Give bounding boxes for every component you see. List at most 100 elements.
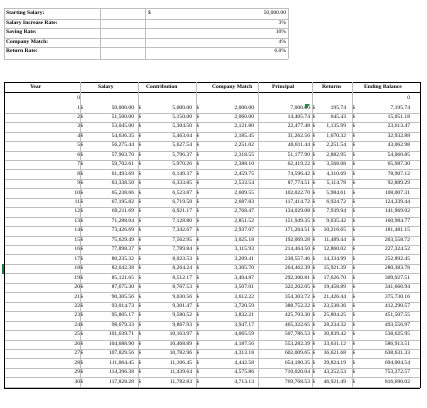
contribution-cell[interactable]: 9,580.52	[142, 312, 192, 319]
contribution-cell[interactable]: 6,523.87	[142, 190, 192, 197]
salary-cell[interactable]: 75,629.49	[84, 237, 134, 244]
salary-cell[interactable]: 63,338.50	[84, 180, 134, 187]
company-match-cell[interactable]: 4,187.56	[200, 341, 254, 348]
input-label[interactable]: Return Rate:	[6, 48, 38, 55]
year-cell[interactable]: 17	[4, 256, 80, 263]
salary-cell[interactable]: 57,963.70	[84, 152, 134, 159]
year-cell[interactable]: 10	[4, 190, 80, 197]
contribution-cell[interactable]: 7,562.95	[142, 237, 192, 244]
company-match-cell[interactable]: 2,388.10	[200, 161, 254, 168]
contribution-cell[interactable]: 6,149.37	[142, 171, 192, 178]
company-match-cell[interactable]: 3,720.59	[200, 303, 254, 310]
year-cell[interactable]: 9	[4, 180, 80, 187]
ending-balance-cell[interactable]: 65,987.30	[356, 161, 410, 168]
salary-cell[interactable]: 98,679.33	[84, 322, 134, 329]
principal-cell[interactable]: 117,414.72	[264, 199, 310, 206]
principal-cell[interactable]: 7,000.00	[264, 105, 310, 112]
company-match-cell[interactable]: 2,251.02	[200, 142, 254, 149]
contribution-cell[interactable]: 6,921.17	[142, 208, 192, 215]
returns-cell[interactable]: 43,252.53	[316, 369, 346, 376]
company-match-cell[interactable]: 2,768.47	[200, 208, 254, 215]
header-company-match[interactable]: Company Match	[212, 84, 252, 91]
contribution-cell[interactable]: 11,106.45	[142, 360, 192, 367]
contribution-cell[interactable]: 8,767.53	[142, 284, 192, 291]
returns-cell[interactable]: 30,839.42	[316, 331, 346, 338]
returns-cell[interactable]: 46,921.49	[316, 379, 346, 386]
returns-cell[interactable]: 2,251.54	[316, 142, 346, 149]
contribution-cell[interactable]: 8,023.53	[142, 256, 192, 263]
principal-cell[interactable]: 388,752.22	[264, 303, 310, 310]
ending-balance-cell[interactable]: 816,690.02	[356, 379, 410, 386]
year-cell[interactable]: 3	[4, 123, 80, 130]
contribution-cell[interactable]: 7,789.84	[142, 246, 192, 253]
ending-balance-cell[interactable]: 160,984.77	[356, 218, 410, 225]
ending-balance-cell[interactable]: 280,383.78	[356, 265, 410, 272]
principal-cell[interactable]: 710,020.04	[264, 369, 310, 376]
salary-cell[interactable]: 107,829.56	[84, 350, 134, 357]
principal-cell[interactable]: 151,949.35	[264, 218, 310, 225]
year-cell[interactable]: 18	[4, 265, 80, 272]
company-match-cell[interactable]: 4,575.86	[200, 369, 254, 376]
returns-cell[interactable]: 39,824.19	[316, 360, 346, 367]
salary-cell[interactable]: 56,275.44	[84, 142, 134, 149]
returns-cell[interactable]: 17,626.70	[316, 275, 346, 282]
company-match-cell[interactable]: 3,947.17	[200, 322, 254, 329]
ending-balance-cell[interactable]: 15,051.18	[356, 114, 410, 121]
ending-balance-cell[interactable]: 78,907.12	[356, 171, 410, 178]
ending-balance-cell[interactable]: 252,892.45	[356, 256, 410, 263]
principal-cell[interactable]: 354,303.72	[264, 294, 310, 301]
returns-cell[interactable]: 14,334.99	[316, 256, 346, 263]
ending-balance-cell[interactable]: 203,558.72	[356, 237, 410, 244]
company-match-cell[interactable]: 3,404.87	[200, 275, 254, 282]
company-match-cell[interactable]: 3,115.93	[200, 246, 254, 253]
contribution-cell[interactable]: 10,782.96	[142, 350, 192, 357]
cell-error-flag-icon[interactable]	[305, 103, 310, 109]
returns-cell[interactable]: 28,234.32	[316, 322, 346, 329]
year-cell[interactable]: 21	[4, 294, 80, 301]
salary-cell[interactable]: 54,636.35	[84, 133, 134, 140]
returns-cell[interactable]: 3,568.08	[316, 161, 346, 168]
principal-cell[interactable]: 553,282.39	[264, 341, 310, 348]
currency-symbol[interactable]: $	[148, 10, 151, 17]
year-cell[interactable]: 27	[4, 350, 80, 357]
returns-cell[interactable]: 21,426.44	[316, 294, 346, 301]
principal-cell[interactable]: 322,202.05	[264, 284, 310, 291]
ending-balance-cell[interactable]: 43,062.98	[356, 142, 410, 149]
company-match-cell[interactable]: 2,609.55	[200, 190, 254, 197]
year-cell[interactable]: 19	[4, 275, 80, 282]
principal-cell[interactable]: 134,029.08	[264, 208, 310, 215]
company-match-cell[interactable]: 4,065.59	[200, 331, 254, 338]
principal-cell[interactable]: 465,322.65	[264, 322, 310, 329]
salary-cell[interactable]: 59,702.61	[84, 161, 134, 168]
principal-cell[interactable]: 51,177.90	[264, 152, 310, 159]
ending-balance-cell[interactable]: 108,007.31	[356, 190, 410, 197]
salary-cell[interactable]: 104,688.90	[84, 341, 134, 348]
company-match-cell[interactable]: 2,533.54	[200, 180, 254, 187]
returns-cell[interactable]: 7,939.94	[316, 208, 346, 215]
input-value[interactable]: 3%	[190, 20, 286, 27]
contribution-cell[interactable]: 8,512.17	[142, 275, 192, 282]
ending-balance-cell[interactable]: 181,481.15	[356, 227, 410, 234]
year-cell[interactable]: 24	[4, 322, 80, 329]
contribution-cell[interactable]: 7,128.80	[142, 218, 192, 225]
input-value[interactable]: 6.0%	[190, 48, 286, 55]
returns-cell[interactable]: 12,860.02	[316, 246, 346, 253]
year-cell[interactable]: 30	[4, 379, 80, 386]
company-match-cell[interactable]: 2,060.00	[200, 114, 254, 121]
year-cell[interactable]: 11	[4, 199, 80, 206]
contribution-cell[interactable]: 5,000.00	[142, 105, 192, 112]
ending-balance-cell[interactable]: 92,889.29	[356, 180, 410, 187]
contribution-cell[interactable]: 5,970.26	[142, 161, 192, 168]
row-0-year[interactable]: 0	[4, 95, 80, 102]
ending-balance-cell[interactable]: 694,004.54	[356, 360, 410, 367]
principal-cell[interactable]: 14,405.74	[264, 114, 310, 121]
row-0-ending-balance[interactable]: 0	[356, 95, 410, 102]
salary-cell[interactable]: 111,064.45	[84, 360, 134, 367]
company-match-cell[interactable]: 4,713.13	[200, 379, 254, 386]
returns-cell[interactable]: 1,135.99	[316, 123, 346, 130]
salary-cell[interactable]: 69,211.69	[84, 208, 134, 215]
company-match-cell[interactable]: 2,318.55	[200, 152, 254, 159]
year-cell[interactable]: 7	[4, 161, 80, 168]
contribution-cell[interactable]: 5,150.00	[142, 114, 192, 121]
ending-balance-cell[interactable]: 54,060.85	[356, 152, 410, 159]
